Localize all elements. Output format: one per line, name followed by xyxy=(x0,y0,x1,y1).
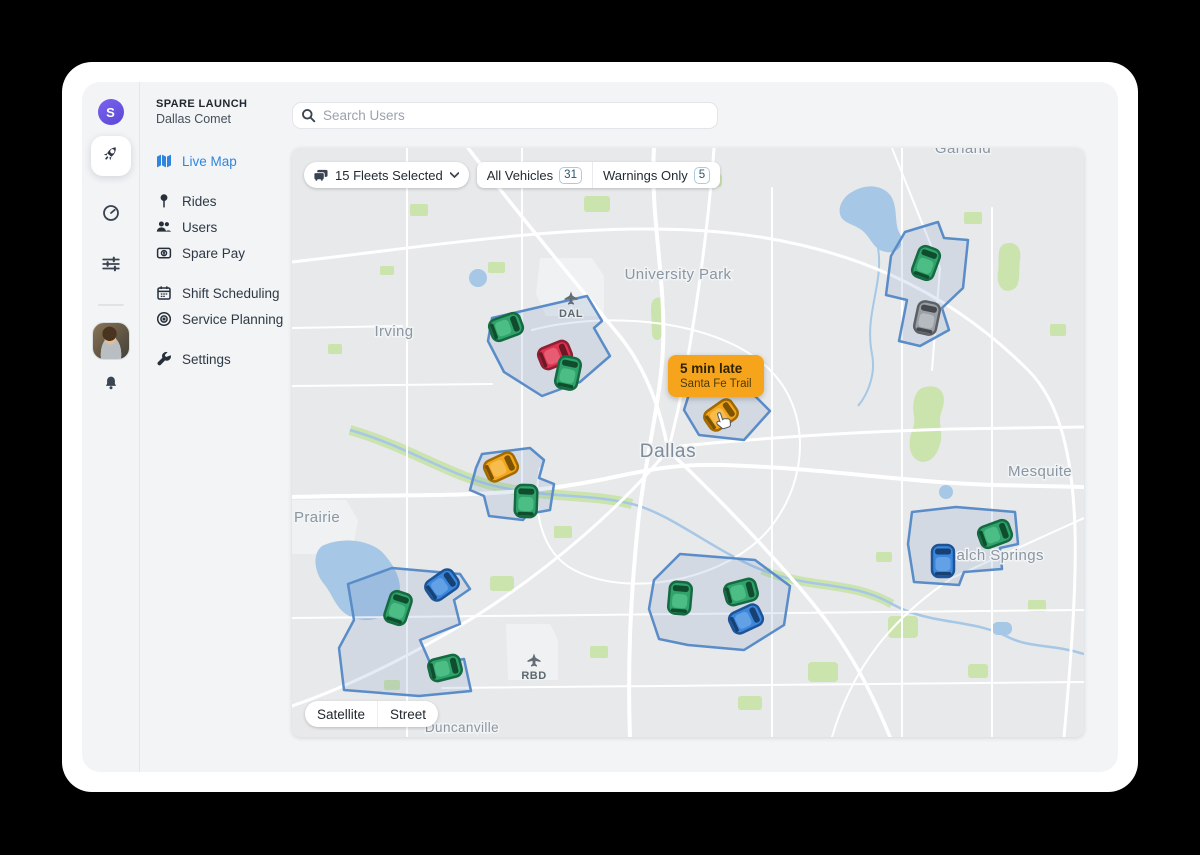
nav-item-label: Settings xyxy=(182,352,231,367)
desktop-background: S SPARE LAUN xyxy=(0,0,1200,855)
nav-item-label: Users xyxy=(182,220,217,235)
map-label-mesquite: Mesquite xyxy=(1008,463,1072,480)
nav-list: Live Map Rides Users xyxy=(156,148,292,372)
map-controls: 15 Fleets Selected All Vehicles 31 Warni… xyxy=(304,162,720,188)
app-content: S SPARE LAUN xyxy=(82,82,1118,772)
org-name: Dallas Comet xyxy=(156,112,292,126)
vehicle-marker-green[interactable] xyxy=(514,485,537,518)
vehicle-marker-blue[interactable] xyxy=(932,545,954,577)
map-label-dallas: Dallas xyxy=(640,441,696,462)
search-icon xyxy=(301,108,316,123)
rail-divider xyxy=(98,304,124,306)
nav-item-label: Service Planning xyxy=(182,312,283,327)
chevron-down-icon xyxy=(450,172,459,178)
nav-item-rides[interactable]: Rides xyxy=(156,188,292,214)
user-avatar[interactable] xyxy=(92,322,130,360)
airport-code: RBD xyxy=(521,670,546,682)
nav-item-settings[interactable]: Settings xyxy=(156,346,292,372)
nav-item-shift-scheduling[interactable]: Shift Scheduling xyxy=(156,280,292,306)
logo-initial: S xyxy=(106,105,115,120)
map-label-duncanville: Duncanville xyxy=(425,720,499,735)
all-vehicles-count-badge: 31 xyxy=(559,167,582,184)
map-label-prairie: Prairie xyxy=(294,509,340,526)
base-layer-toggle: Satellite Street xyxy=(305,701,438,727)
filter-warnings-only[interactable]: Warnings Only 5 xyxy=(592,162,720,188)
map-canvas: Garland University Park Irving Dallas Me… xyxy=(292,148,1084,737)
layer-option-street[interactable]: Street xyxy=(377,701,438,727)
wrench-icon xyxy=(156,351,172,367)
pin-icon xyxy=(156,193,172,209)
nav-item-label: Shift Scheduling xyxy=(182,286,280,301)
nav-item-service-planning[interactable]: Service Planning xyxy=(156,306,292,332)
nav-item-users[interactable]: Users xyxy=(156,214,292,240)
nav-item-spare-pay[interactable]: Spare Pay xyxy=(156,240,292,266)
live-map[interactable]: Garland University Park Irving Dallas Me… xyxy=(292,148,1084,737)
launch-rocket-button[interactable] xyxy=(91,136,131,176)
vehicle-status-tooltip: 5 min late Santa Fe Trail xyxy=(668,355,764,397)
nav-item-live-map[interactable]: Live Map xyxy=(156,148,292,174)
filter-label: All Vehicles xyxy=(487,168,553,183)
filter-all-vehicles[interactable]: All Vehicles 31 xyxy=(477,162,592,188)
search-input[interactable] xyxy=(323,108,709,123)
notifications-bell-icon[interactable] xyxy=(103,375,119,396)
layer-label: Street xyxy=(390,707,426,722)
layer-label: Satellite xyxy=(317,707,365,722)
map-label-irving: Irving xyxy=(374,323,413,340)
tooltip-status: 5 min late xyxy=(680,361,752,376)
nav-item-label: Spare Pay xyxy=(182,246,245,261)
dashboard-gauge-icon[interactable] xyxy=(102,204,120,227)
map-icon xyxy=(156,153,172,169)
main-area: Garland University Park Irving Dallas Me… xyxy=(292,82,1118,772)
spare-logo[interactable]: S xyxy=(98,99,124,125)
nav-item-label: Live Map xyxy=(182,154,237,169)
map-label-balch-springs: Balch Springs xyxy=(946,547,1044,564)
layer-option-satellite[interactable]: Satellite xyxy=(305,701,377,727)
rocket-icon xyxy=(101,144,120,168)
search-bar xyxy=(292,102,718,129)
fleet-icon xyxy=(313,169,328,181)
map-label-university-park: University Park xyxy=(625,266,732,283)
map-label-garland: Garland xyxy=(935,148,991,157)
warnings-count-badge: 5 xyxy=(694,167,710,184)
vehicle-filter-segmented: All Vehicles 31 Warnings Only 5 xyxy=(477,162,720,188)
airport-code: DAL xyxy=(559,308,583,320)
icon-rail: S xyxy=(82,82,140,772)
fleet-selector-label: 15 Fleets Selected xyxy=(335,168,443,183)
fleet-zone-balch-springs[interactable] xyxy=(908,507,1018,585)
app-name: SPARE LAUNCH xyxy=(156,98,292,110)
calendar-icon xyxy=(156,285,172,301)
nav-item-label: Rides xyxy=(182,194,217,209)
creek xyxy=(858,248,879,406)
nav-column: SPARE LAUNCH Dallas Comet Live Map xyxy=(140,82,292,772)
tooltip-route: Santa Fe Trail xyxy=(680,378,752,390)
users-icon xyxy=(156,219,172,235)
app-window: S SPARE LAUN xyxy=(62,62,1138,792)
filter-label: Warnings Only xyxy=(603,168,688,183)
fleet-selector-dropdown[interactable]: 15 Fleets Selected xyxy=(304,162,469,188)
vehicle-marker-green[interactable] xyxy=(668,581,693,615)
money-icon xyxy=(156,245,172,261)
sliders-icon[interactable] xyxy=(102,255,120,278)
target-icon xyxy=(156,311,172,327)
